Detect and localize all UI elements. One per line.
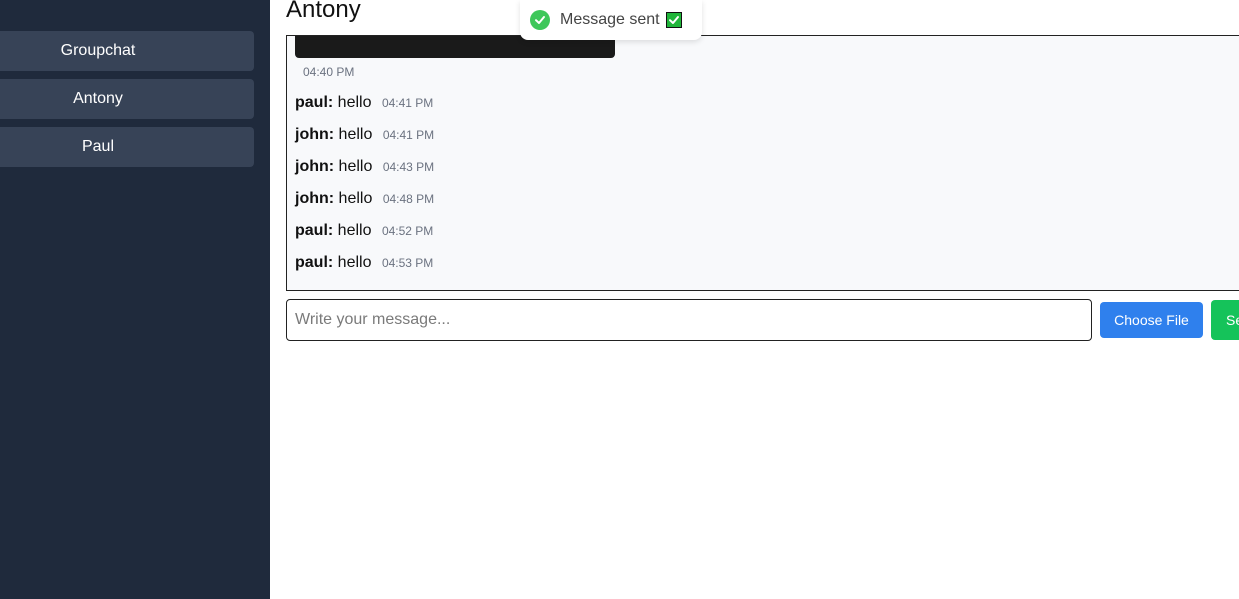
message-text: hello: [338, 126, 373, 143]
message-text: hello: [338, 158, 373, 175]
message-text: hello: [337, 222, 372, 239]
toast-notification: Message sent: [520, 0, 702, 40]
message-sender: john:: [295, 126, 335, 143]
message-sender: john:: [295, 190, 335, 207]
check-circle-icon: [530, 10, 550, 30]
send-button[interactable]: Se: [1211, 300, 1239, 340]
sidebar-item-antony[interactable]: Antony: [0, 79, 254, 119]
message-time: 04:41 PM: [382, 128, 435, 142]
sidebar-item-label: Paul: [81, 138, 115, 155]
message-text: hello: [337, 254, 372, 271]
message-time: 04:48 PM: [382, 192, 435, 206]
message-time: 04:41 PM: [381, 96, 434, 110]
message-sender: paul:: [295, 254, 334, 271]
choose-file-button[interactable]: Choose File: [1100, 302, 1203, 338]
message-text: hello: [338, 190, 373, 207]
message-sender: john:: [295, 158, 335, 175]
message-time: 04:43 PM: [382, 160, 435, 174]
message-time: 04:53 PM: [381, 256, 434, 270]
sidebar-item-label: Antony: [73, 90, 123, 107]
message-item: john: hello 04:48 PM: [295, 190, 434, 208]
message-item: paul: hello 04:41 PM: [295, 94, 433, 112]
message-item: paul: hello 04:53 PM: [295, 254, 433, 272]
message-list[interactable]: 04:40 PM paul: hello 04:41 PM john: hell…: [286, 35, 1239, 291]
message-time: 04:40 PM: [303, 65, 355, 79]
check-mark-button-icon: [665, 12, 682, 28]
toast-message: Message sent: [560, 11, 660, 28]
message-item: john: hello 04:43 PM: [295, 158, 434, 176]
message-item: john: hello 04:41 PM: [295, 126, 434, 144]
chat-panel: Antony 04:40 PM paul: hello 04:41 PM joh…: [270, 0, 1239, 599]
sidebar-item-label: Groupchat: [60, 42, 136, 59]
message-sender: paul:: [295, 94, 334, 111]
chat-title: Antony: [286, 0, 361, 23]
message-time: 04:52 PM: [381, 224, 434, 238]
sidebar-item-groupchat[interactable]: Groupchat: [0, 31, 254, 71]
message-text: hello: [337, 94, 372, 111]
chat-app: Groupchat Antony Paul Antony 04:40 PM pa…: [0, 0, 1239, 599]
message-input[interactable]: [286, 299, 1092, 341]
message-item: paul: hello 04:52 PM: [295, 222, 433, 240]
sidebar: Groupchat Antony Paul: [0, 0, 270, 599]
sidebar-item-paul[interactable]: Paul: [0, 127, 254, 167]
message-sender: paul:: [295, 222, 334, 239]
